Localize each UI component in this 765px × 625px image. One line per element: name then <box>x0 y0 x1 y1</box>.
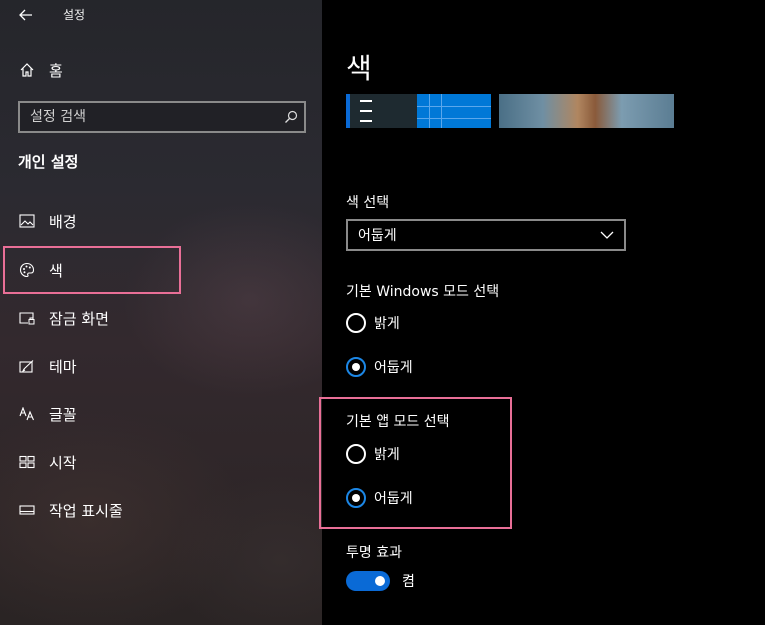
sidebar-item-label: 잠금 화면 <box>49 309 109 328</box>
sidebar: 설정 홈 개인 설정 배경 색 잠금 화면 <box>0 0 322 625</box>
nav-home-label: 홈 <box>49 61 63 80</box>
sidebar-item-theme[interactable]: 테마 <box>0 344 322 388</box>
sidebar-item-fonts[interactable]: 글꼴 <box>0 392 322 436</box>
lock-screen-icon <box>18 309 36 327</box>
app-mode-dark-radio[interactable]: 어둡게 <box>346 486 413 510</box>
windows-mode-light-radio[interactable]: 밝게 <box>346 311 400 335</box>
radio-label: 밝게 <box>374 316 400 332</box>
start-icon <box>18 453 36 471</box>
app-mode-label: 기본 앱 모드 선택 <box>346 414 450 430</box>
radio-circle-checked <box>346 488 366 508</box>
color-select-label: 색 선택 <box>346 195 390 211</box>
nav-home[interactable]: 홈 <box>0 48 322 92</box>
sidebar-item-label: 테마 <box>49 357 77 376</box>
page-title: 색 <box>346 52 372 85</box>
color-preview <box>346 94 674 128</box>
sidebar-item-label: 작업 표시줄 <box>49 501 123 520</box>
search-box[interactable] <box>18 101 306 133</box>
back-button[interactable] <box>10 0 42 30</box>
preview-start-menu <box>346 94 418 128</box>
app-mode-light-radio[interactable]: 밝게 <box>346 442 400 466</box>
sidebar-item-background[interactable]: 배경 <box>0 199 322 243</box>
search-input[interactable] <box>20 103 278 131</box>
window-title: 설정 <box>63 8 86 22</box>
search-icon[interactable] <box>278 110 304 124</box>
back-arrow-icon <box>19 9 32 21</box>
main-content: 색 색 선택 어둡게 기본 Windows 모드 선택 밝게 어둡게 기본 앱 … <box>319 0 765 625</box>
transparency-state: 켬 <box>402 574 415 590</box>
preview-tiles <box>417 94 492 128</box>
windows-mode-label: 기본 Windows 모드 선택 <box>346 284 500 300</box>
radio-circle <box>346 444 366 464</box>
sidebar-item-start[interactable]: 시작 <box>0 440 322 484</box>
sidebar-item-lock-screen[interactable]: 잠금 화면 <box>0 296 322 340</box>
radio-circle <box>346 313 366 333</box>
sidebar-item-label: 색 <box>49 261 63 280</box>
palette-icon <box>18 261 36 279</box>
color-select-dropdown[interactable]: 어둡게 <box>346 219 626 251</box>
radio-label: 밝게 <box>374 447 400 463</box>
color-select-value: 어둡게 <box>358 228 397 244</box>
sidebar-item-taskbar[interactable]: 작업 표시줄 <box>0 488 322 532</box>
font-icon <box>18 405 36 423</box>
radio-label: 어둡게 <box>374 360 413 376</box>
sidebar-item-label: 글꼴 <box>49 405 77 424</box>
chevron-down-icon <box>600 231 614 239</box>
section-title: 개인 설정 <box>18 153 79 171</box>
taskbar-icon <box>18 501 36 519</box>
toggle-knob <box>375 576 385 586</box>
windows-mode-dark-radio[interactable]: 어둡게 <box>346 355 413 379</box>
transparency-toggle[interactable] <box>346 571 390 591</box>
sidebar-item-label: 배경 <box>49 212 77 231</box>
radio-label: 어둡게 <box>374 491 413 507</box>
theme-icon <box>18 357 36 375</box>
radio-circle-checked <box>346 357 366 377</box>
transparency-label: 투명 효과 <box>346 545 402 561</box>
sidebar-item-label: 시작 <box>49 453 77 472</box>
image-icon <box>18 212 36 230</box>
home-icon <box>18 61 36 79</box>
sidebar-item-color[interactable]: 색 <box>0 248 322 292</box>
preview-wallpaper <box>499 94 674 128</box>
